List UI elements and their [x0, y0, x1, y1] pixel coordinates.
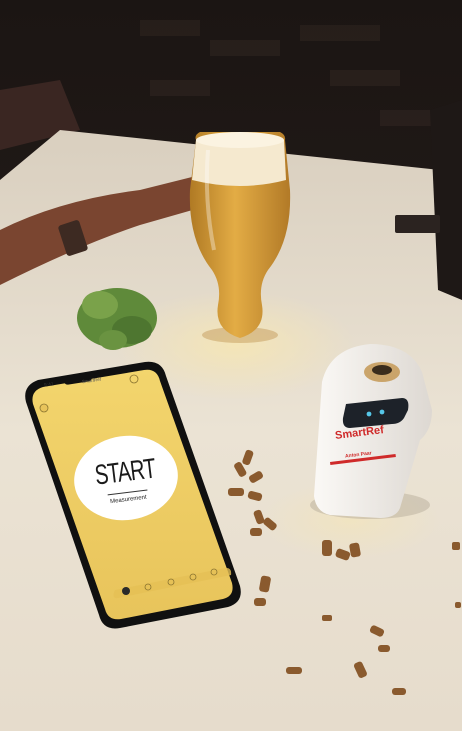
- start-measurement-button[interactable]: START Measurement: [71, 432, 180, 528]
- device-stand: [395, 215, 440, 233]
- scene-illustration: [0, 0, 462, 731]
- start-sublabel: Measurement: [109, 494, 147, 505]
- photo-scene: [0, 0, 462, 731]
- start-label: START: [92, 451, 157, 491]
